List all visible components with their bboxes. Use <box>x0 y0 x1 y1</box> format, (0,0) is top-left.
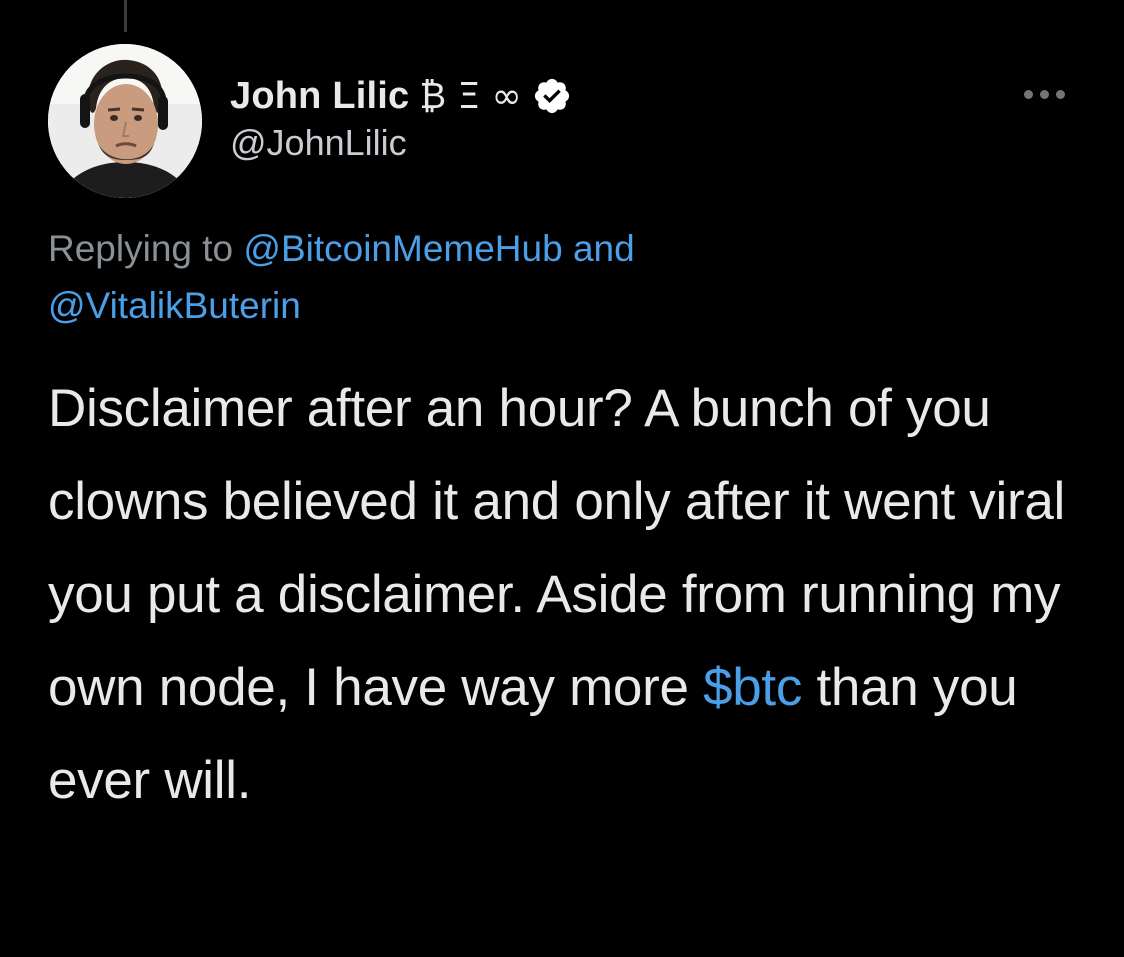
verified-badge-icon <box>532 76 572 116</box>
dot <box>1056 89 1065 99</box>
mention-vitalikbuterin[interactable]: @VitalikButerin <box>48 285 301 326</box>
mention-bitcoinmemehub[interactable]: @BitcoinMemeHub <box>243 228 562 269</box>
thread-connector-line <box>124 0 127 32</box>
author-handle[interactable]: @JohnLilic <box>230 122 572 164</box>
avatar-photo <box>48 44 202 198</box>
dot <box>1040 89 1049 99</box>
more-horizontal-icon[interactable] <box>1024 86 1070 102</box>
display-name[interactable]: John Lilic <box>230 75 409 118</box>
name-symbols: ₿ Ξ ∞ <box>419 76 522 117</box>
tweet-text: Disclaimer after an hour? A bunch of you… <box>48 362 1098 827</box>
display-name-row: John Lilic ₿ Ξ ∞ <box>230 74 572 118</box>
avatar[interactable] <box>48 44 202 198</box>
reply-conjunction: and <box>572 228 635 269</box>
author-info: John Lilic ₿ Ξ ∞ @JohnLilic <box>230 74 572 164</box>
tweet-header: John Lilic ₿ Ξ ∞ @JohnLilic <box>48 44 1078 200</box>
dot <box>1024 89 1033 99</box>
cashtag-btc[interactable]: $btc <box>703 658 802 717</box>
reply-prefix: Replying to <box>48 228 234 269</box>
reply-context: Replying to @BitcoinMemeHub and @Vitalik… <box>48 220 1088 334</box>
